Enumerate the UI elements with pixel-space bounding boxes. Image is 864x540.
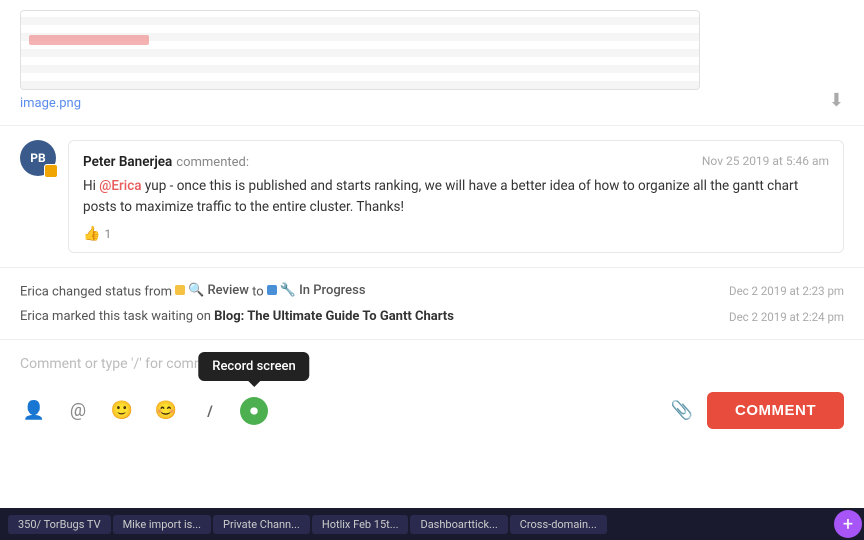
taskbar-item-1[interactable]: Mike import is...	[113, 515, 211, 534]
like-row: 👍 1	[83, 226, 829, 242]
record-tooltip: Record screen	[198, 352, 309, 381]
at-icon[interactable]: @	[64, 397, 92, 425]
taskbar-item-4[interactable]: Dashboarttick...	[410, 515, 507, 534]
to-label: to	[252, 284, 267, 299]
thumbs-up-icon[interactable]: 👍	[83, 226, 100, 242]
main-container: image.png ⬇ PB Peter Banerjea commented:…	[0, 0, 864, 540]
image-link[interactable]: image.png	[20, 96, 81, 111]
activity-text-2: Erica marked this task waiting on Blog: …	[20, 309, 709, 324]
record-screen-icon[interactable]: ⏺	[240, 397, 268, 425]
taskbar-item-5[interactable]: Cross-domain...	[510, 515, 607, 534]
toolbar-icons: 👤 @ 🙂 😊 / Record screen ⏺	[20, 397, 268, 425]
comment-body: Hi @Erica yup - once this is published a…	[83, 176, 829, 218]
commenter-name: Peter Banerjea	[83, 154, 172, 170]
taskbar-item-3[interactable]: Hotlix Feb 15t...	[312, 515, 409, 534]
image-thumbnail	[20, 10, 700, 90]
fab-button[interactable]: +	[834, 510, 862, 538]
image-inner: image.png	[20, 10, 700, 111]
activity-text-1: Erica changed status from 🔍 Review to 🔧 …	[20, 283, 709, 300]
activity-prefix-1: Erica changed status from	[20, 284, 175, 299]
like-count: 1	[104, 227, 111, 241]
smiley-face-icon[interactable]: 🙂	[108, 397, 136, 425]
download-icon[interactable]: ⬇	[829, 90, 844, 111]
image-section: image.png ⬇	[0, 0, 864, 126]
comment-meta: Peter Banerjea commented:	[83, 151, 249, 170]
slash-command-icon[interactable]: /	[196, 397, 224, 425]
activity-prefix-2: Erica marked this task waiting on	[20, 309, 214, 324]
taskbar-item-0[interactable]: 350/ TorBugs TV	[8, 515, 111, 534]
from-status-tag: 🔍 Review	[175, 283, 249, 298]
comment-header: Peter Banerjea commented: Nov 25 2019 at…	[83, 151, 829, 170]
comment-mention[interactable]: @Erica	[99, 178, 141, 194]
activity-section: Erica changed status from 🔍 Review to 🔧 …	[0, 268, 864, 340]
blue-dot	[267, 285, 277, 295]
comment-right: 📎 COMMENT	[671, 392, 844, 429]
image-table-mock	[21, 11, 699, 89]
toolbar-row: 👤 @ 🙂 😊 / Record screen ⏺ 📎 COMMENT	[20, 392, 844, 429]
from-status-label: Review	[207, 283, 248, 298]
task-link[interactable]: Blog: The Ultimate Guide To Gantt Charts	[214, 309, 454, 324]
comment-section: PB Peter Banerjea commented: Nov 25 2019…	[0, 126, 864, 268]
comment-input-section: Comment or type '/' for commands 👤 @ 🙂 😊…	[0, 339, 864, 508]
comment-row: PB Peter Banerjea commented: Nov 25 2019…	[20, 140, 844, 253]
comment-bubble: Peter Banerjea commented: Nov 25 2019 at…	[68, 140, 844, 253]
activity-row-1: Erica changed status from 🔍 Review to 🔧 …	[20, 278, 844, 305]
taskbar-item-2[interactable]: Private Chann...	[213, 515, 310, 534]
activity-timestamp-1: Dec 2 2019 at 2:23 pm	[729, 284, 844, 298]
commented-label: commented:	[176, 155, 249, 170]
attach-icon[interactable]: 📎	[671, 400, 693, 421]
comment-body-suffix: yup - once this is published and starts …	[83, 178, 798, 215]
to-status-tag: 🔧 In Progress	[267, 283, 366, 298]
avatar: PB	[20, 140, 56, 176]
activity-timestamp-2: Dec 2 2019 at 2:24 pm	[729, 310, 844, 324]
comment-body-prefix: Hi	[83, 178, 99, 194]
taskbar: 350/ TorBugs TV Mike import is... Privat…	[0, 508, 864, 540]
emoji-icon[interactable]: 😊	[152, 397, 180, 425]
to-status-label: In Progress	[299, 283, 365, 298]
person-icon[interactable]: 👤	[20, 397, 48, 425]
avatar-badge	[44, 164, 58, 178]
comment-input-placeholder[interactable]: Comment or type '/' for commands	[20, 352, 844, 384]
comment-timestamp: Nov 25 2019 at 5:46 am	[702, 154, 829, 168]
activity-row-2: Erica marked this task waiting on Blog: …	[20, 304, 844, 329]
comment-button[interactable]: COMMENT	[707, 392, 844, 429]
yellow-dot	[175, 285, 185, 295]
record-tooltip-wrapper: Record screen ⏺	[240, 397, 268, 425]
